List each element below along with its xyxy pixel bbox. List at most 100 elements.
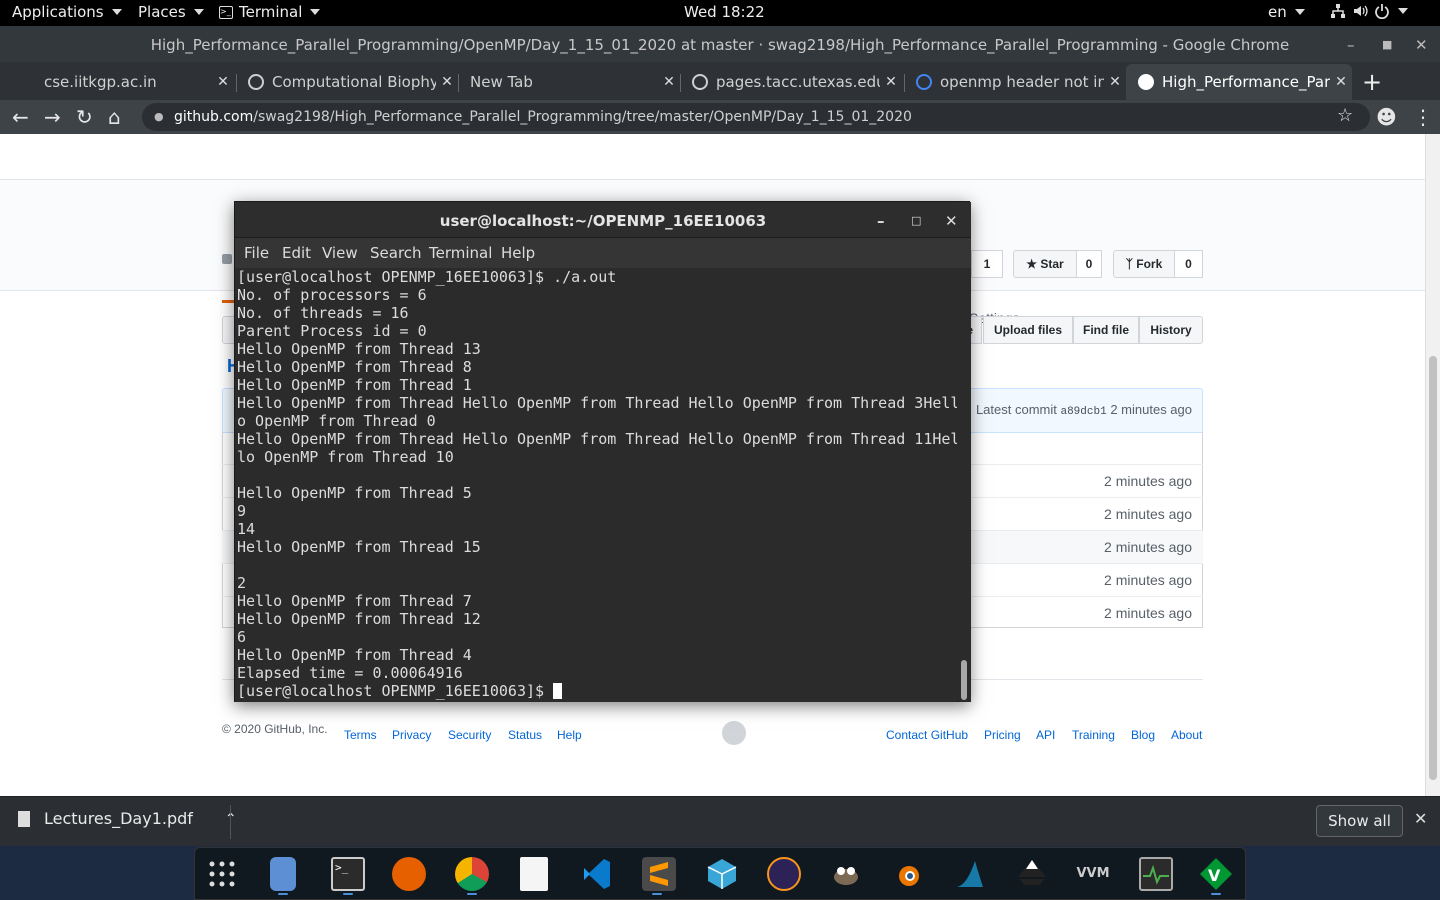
footer-link-status[interactable]: Status bbox=[508, 728, 542, 742]
inkscape-icon[interactable] bbox=[1015, 857, 1049, 891]
close-icon[interactable]: ✕ bbox=[658, 74, 680, 90]
scrollbar-thumb[interactable] bbox=[1429, 356, 1437, 780]
fork-count[interactable]: 0 bbox=[1174, 250, 1203, 278]
footer-link-api[interactable]: API bbox=[1036, 728, 1055, 742]
lock-icon: ● bbox=[154, 110, 164, 123]
close-icon[interactable]: ✕ bbox=[1104, 74, 1126, 90]
file-age: 2 minutes ago bbox=[1104, 506, 1192, 522]
vym-icon[interactable]: VVM bbox=[1075, 857, 1111, 891]
clock[interactable]: Wed 18:22 bbox=[684, 3, 765, 21]
vscode-icon[interactable] bbox=[580, 857, 614, 891]
files-icon[interactable] bbox=[270, 857, 296, 891]
page-scrollbar[interactable] bbox=[1425, 134, 1440, 796]
terminal-app-label: Terminal bbox=[239, 3, 303, 21]
tab-openmp-header[interactable]: openmp header not inclu✕ bbox=[904, 64, 1126, 100]
terminal-scrollbar[interactable] bbox=[959, 268, 971, 702]
home-icon[interactable]: ⌂ bbox=[108, 105, 121, 129]
star-count[interactable]: 0 bbox=[1076, 250, 1102, 278]
close-icon[interactable]: ✕ bbox=[436, 74, 458, 90]
close-icon[interactable]: ✕ bbox=[1330, 74, 1352, 90]
footer-link-pricing[interactable]: Pricing bbox=[984, 728, 1021, 742]
terminal-titlebar[interactable]: user@localhost:~/OPENMP_16EE10063 – □ ✕ bbox=[235, 202, 971, 238]
terminal-icon[interactable]: >_ bbox=[331, 857, 365, 891]
minimize-icon[interactable]: – bbox=[877, 202, 885, 240]
blender-icon[interactable] bbox=[891, 857, 925, 891]
maximize-icon[interactable]: ■ bbox=[1382, 26, 1392, 64]
footer-link-blog[interactable]: Blog bbox=[1131, 728, 1155, 742]
footer-copyright: © 2020 GitHub, Inc. bbox=[222, 722, 328, 736]
footer-link-security[interactable]: Security bbox=[448, 728, 491, 742]
terminal-line: Hello OpenMP from Thread 12 bbox=[237, 610, 481, 628]
wireshark-icon[interactable] bbox=[953, 857, 987, 891]
menu-terminal[interactable]: Terminal bbox=[429, 244, 492, 262]
latest-commit-label: Latest commit bbox=[975, 402, 1057, 417]
firefox-icon[interactable] bbox=[392, 857, 426, 891]
menu-view[interactable]: View bbox=[322, 244, 358, 262]
terminal-line: Hello OpenMP from Thread 8 bbox=[237, 358, 472, 376]
vim-icon[interactable]: V bbox=[1199, 857, 1233, 891]
places-menu[interactable]: Places bbox=[138, 3, 204, 21]
menu-edit[interactable]: Edit bbox=[282, 244, 311, 262]
terminal-prompt-line[interactable]: [user@localhost OPENMP_16EE10063]$ bbox=[237, 682, 955, 700]
tab-computational-biophysics[interactable]: Computational Biophysic✕ bbox=[236, 64, 458, 100]
commit-hash-link[interactable]: a89dcb1 bbox=[1060, 406, 1106, 418]
github-logo-icon[interactable] bbox=[722, 721, 746, 745]
reload-icon[interactable]: ↻ bbox=[76, 105, 93, 129]
account-icon[interactable]: ☻ bbox=[1376, 105, 1397, 129]
menu-search[interactable]: Search bbox=[370, 244, 422, 262]
fork-button[interactable]: ᛉ Fork bbox=[1113, 250, 1175, 278]
close-icon[interactable]: ✕ bbox=[212, 74, 234, 90]
system-status-menu[interactable] bbox=[1330, 3, 1408, 19]
forward-icon[interactable]: → bbox=[44, 105, 61, 129]
tab-cse-iitkgp[interactable]: cse.iitkgp.ac.in ✕ bbox=[8, 64, 234, 100]
upload-files-button[interactable]: Upload files bbox=[983, 316, 1073, 344]
text-editor-icon[interactable] bbox=[520, 857, 548, 891]
applications-menu[interactable]: Applications bbox=[12, 3, 122, 21]
new-tab-icon[interactable]: + bbox=[1362, 68, 1382, 96]
footer-link-help[interactable]: Help bbox=[557, 728, 582, 742]
chrome-icon[interactable] bbox=[455, 857, 489, 891]
footer-link-privacy[interactable]: Privacy bbox=[392, 728, 431, 742]
chevron-down-icon bbox=[111, 9, 122, 15]
url-bar[interactable]: ● github.com/swag2198/High_Performance_P… bbox=[142, 103, 1370, 131]
eclipse-icon[interactable] bbox=[767, 857, 801, 891]
tab-github-active[interactable]: High_Performance_Paral ✕ bbox=[1126, 64, 1352, 100]
star-button[interactable]: ★ Star bbox=[1013, 250, 1077, 278]
footer-link-training[interactable]: Training bbox=[1072, 728, 1115, 742]
cube-app-icon[interactable] bbox=[705, 857, 739, 891]
close-icon[interactable]: ✕ bbox=[1414, 809, 1427, 828]
back-icon[interactable]: ← bbox=[12, 105, 29, 129]
tab-tacc[interactable]: pages.tacc.utexas.edu/~✕ bbox=[680, 64, 902, 100]
sublime-icon[interactable] bbox=[642, 857, 676, 891]
history-button[interactable]: History bbox=[1139, 316, 1203, 344]
app-grid-icon[interactable] bbox=[207, 859, 237, 889]
menu-kebab-icon[interactable]: ⋮ bbox=[1413, 105, 1433, 129]
show-all-button[interactable]: Show all bbox=[1316, 805, 1403, 837]
terminal-line: Hello OpenMP from Thread 1 bbox=[237, 376, 472, 394]
bookmark-star-icon[interactable]: ☆ bbox=[1337, 105, 1353, 126]
terminal-app-menu[interactable]: >_ Terminal bbox=[219, 3, 321, 21]
menu-help[interactable]: Help bbox=[501, 244, 535, 262]
language-indicator[interactable]: en bbox=[1268, 3, 1305, 21]
gimp-icon[interactable] bbox=[829, 857, 863, 891]
terminal-output[interactable]: [user@localhost OPENMP_16EE10063]$ ./a.o… bbox=[235, 268, 957, 702]
close-icon[interactable]: ✕ bbox=[1415, 26, 1428, 64]
scrollbar-thumb[interactable] bbox=[961, 660, 967, 700]
footer-link-terms[interactable]: Terms bbox=[344, 728, 377, 742]
globe-icon bbox=[248, 74, 264, 90]
menu-file[interactable]: File bbox=[244, 244, 269, 262]
tab-new-tab[interactable]: New Tab ✕ bbox=[458, 64, 680, 100]
footer-link-contact[interactable]: Contact GitHub bbox=[886, 728, 968, 742]
watch-count[interactable]: 1 bbox=[971, 250, 1003, 278]
download-item[interactable]: Lectures_Day1.pdf ⌃ bbox=[18, 809, 237, 828]
maximize-icon[interactable]: □ bbox=[911, 202, 921, 240]
minimize-icon[interactable]: – bbox=[1347, 26, 1355, 64]
system-monitor-icon[interactable] bbox=[1139, 857, 1173, 891]
close-icon[interactable]: ✕ bbox=[945, 202, 958, 240]
close-icon[interactable]: ✕ bbox=[880, 74, 902, 90]
url-path: /swag2198/High_Performance_Parallel_Prog… bbox=[253, 109, 912, 125]
terminal-line: [user@localhost OPENMP_16EE10063]$ ./a.o… bbox=[237, 268, 617, 286]
github-icon bbox=[1138, 74, 1154, 90]
footer-link-about[interactable]: About bbox=[1171, 728, 1202, 742]
find-file-button[interactable]: Find file bbox=[1073, 316, 1139, 344]
